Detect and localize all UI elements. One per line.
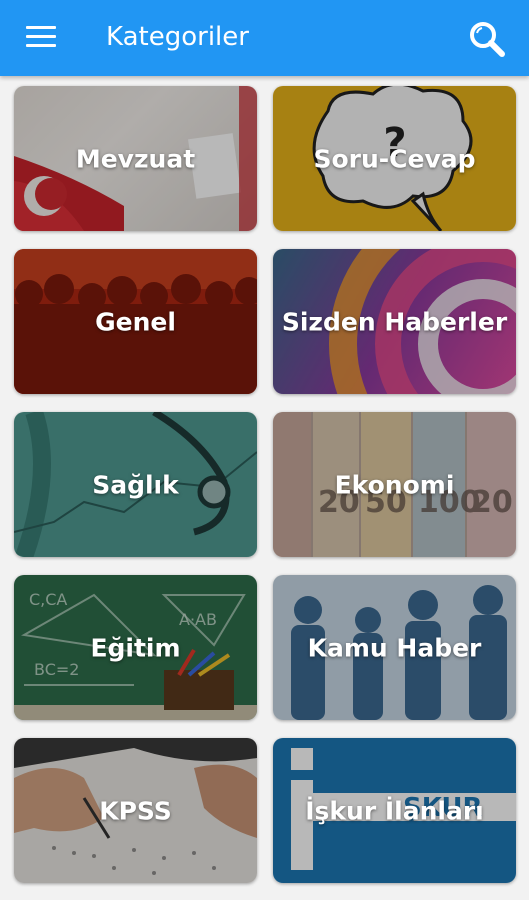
category-label: Sağlık	[92, 470, 179, 499]
category-card-kpss[interactable]: KPSS	[14, 738, 257, 883]
search-icon[interactable]	[466, 18, 508, 60]
category-card-sizden-haberler[interactable]: Sizden Haberler	[273, 249, 516, 394]
page-title: Kategoriler	[106, 22, 249, 52]
category-label: Ekonomi	[334, 470, 455, 499]
category-label: KPSS	[99, 796, 172, 825]
category-label: Soru-Cevap	[313, 144, 476, 173]
category-card-mevzuat[interactable]: Mevzuat	[14, 86, 257, 231]
hamburger-menu-icon[interactable]	[26, 24, 56, 50]
category-label: Genel	[95, 307, 176, 336]
category-card-ekonomi[interactable]: 20 50 100 20 Ekonomi	[273, 412, 516, 557]
category-card-saglik[interactable]: Sağlık	[14, 412, 257, 557]
category-label: Eğitim	[90, 633, 181, 662]
category-label: İşkur İlanları	[305, 796, 484, 825]
category-label: Sizden Haberler	[281, 307, 508, 336]
category-card-soru-cevap[interactable]: ? Soru-Cevap	[273, 86, 516, 231]
category-label: Mevzuat	[75, 144, 196, 173]
category-grid: Mevzuat ? Soru-Cevap Genel Sizden Haberl…	[0, 76, 529, 900]
category-label: Kamu Haber	[307, 633, 482, 662]
category-card-iskur-ilanlari[interactable]: ŞKUR İşkur İlanları	[273, 738, 516, 883]
category-card-genel[interactable]: Genel	[14, 249, 257, 394]
category-card-kamu-haber[interactable]: Kamu Haber	[273, 575, 516, 720]
category-card-egitim[interactable]: C,CA A·AB BC=2 Eğitim	[14, 575, 257, 720]
app-bar: Kategoriler	[0, 0, 529, 76]
